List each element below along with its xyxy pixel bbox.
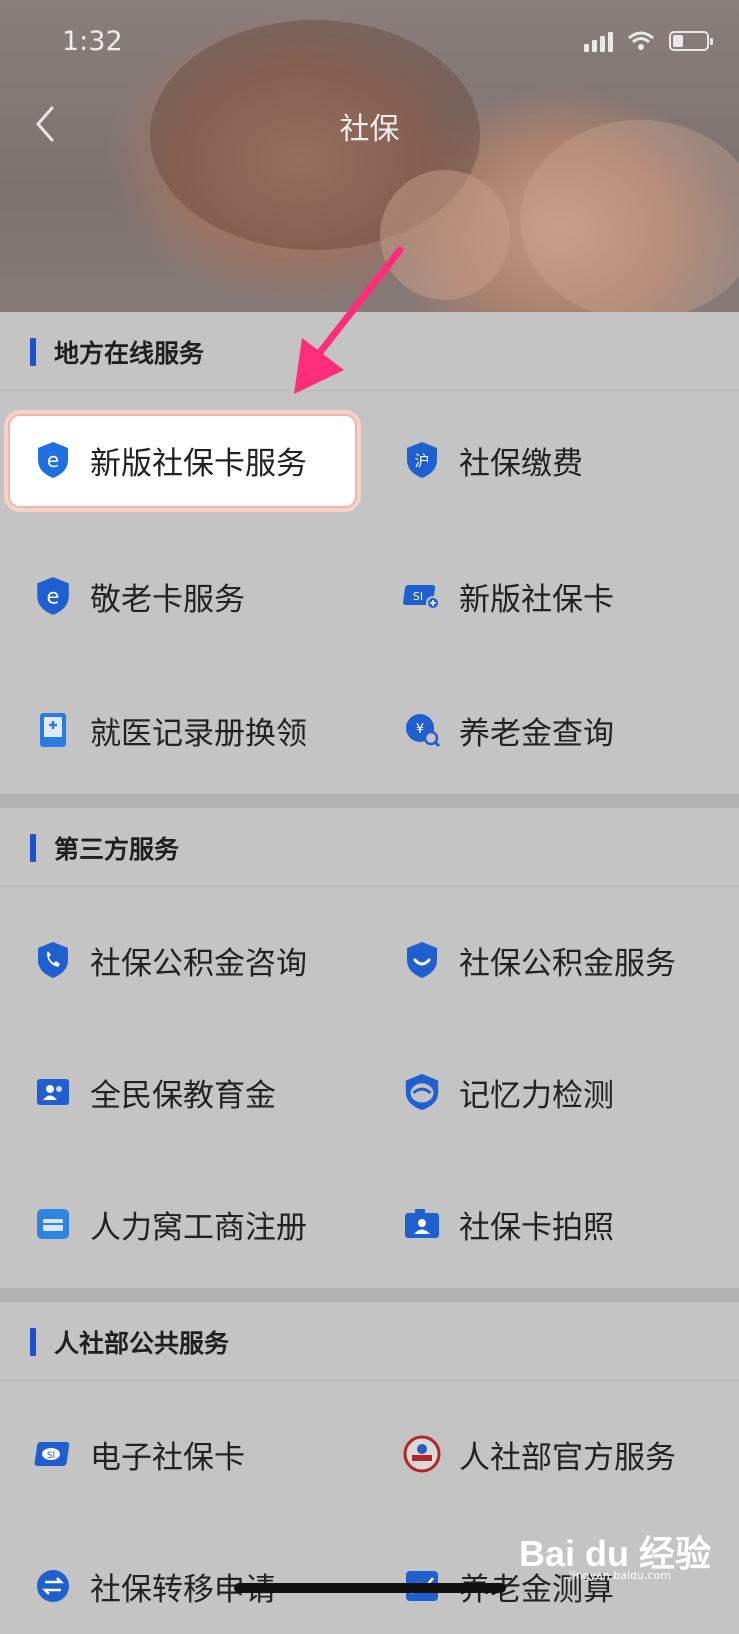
si-card-icon: SI: [33, 1434, 73, 1474]
service-item-si-payment[interactable]: 沪 社保缴费: [369, 412, 738, 508]
section-title: 第三方服务: [54, 835, 180, 864]
service-label: 社保公积金服务: [459, 945, 676, 982]
wifi-icon: [628, 31, 654, 50]
service-item-e-si-card[interactable]: SI 电子社保卡: [0, 1406, 369, 1502]
svg-text:¥: ¥: [416, 722, 424, 737]
section-header-third-party: 第三方服务: [0, 808, 739, 887]
service-label: 社保卡拍照: [459, 1209, 614, 1246]
watermark-logo: Bai du 经验 jingyan.baidu.com: [519, 1525, 711, 1582]
svg-text:沪: 沪: [414, 452, 429, 470]
shield-e-icon: e: [33, 440, 73, 480]
transfer-icon: [33, 1566, 73, 1606]
service-item-business-register[interactable]: 人力窝工商注册: [0, 1176, 369, 1272]
service-label: 记忆力检测: [459, 1077, 614, 1114]
person-card-icon: [33, 1072, 73, 1112]
service-label: 养老金查询: [459, 715, 614, 752]
service-label: 社保公积金咨询: [90, 945, 307, 982]
service-item-new-si-card[interactable]: SI 新版社保卡: [369, 548, 738, 644]
service-label: 新版社保卡: [459, 581, 614, 618]
battery-icon: [669, 31, 713, 51]
service-label: 人力窝工商注册: [90, 1209, 307, 1246]
section-accent-bar: [30, 1328, 36, 1356]
status-icons: [584, 30, 713, 52]
section-accent-bar: [30, 834, 36, 862]
section-accent-bar: [30, 338, 36, 366]
brain-shield-icon: [402, 1072, 442, 1112]
service-label: 就医记录册换领: [90, 715, 307, 752]
svg-text:e: e: [47, 448, 59, 472]
shield-hu-icon: 沪: [402, 440, 442, 480]
si-card-icon: SI: [402, 576, 442, 616]
page-title: 社保: [339, 112, 400, 147]
camera-id-icon: [402, 1204, 442, 1244]
section-divider: [0, 1288, 739, 1302]
watermark-url: jingyan.baidu.com: [569, 1569, 671, 1582]
service-item-card-photo[interactable]: 社保卡拍照: [369, 1176, 738, 1272]
service-label: 人社部官方服务: [459, 1439, 676, 1476]
svg-text:e: e: [47, 584, 60, 608]
section-header-mohrss: 人社部公共服务: [0, 1302, 739, 1381]
service-label: 全民保教育金: [90, 1077, 276, 1114]
shield-e-icon: e: [33, 576, 73, 616]
service-item-education-fund[interactable]: 全民保教育金: [0, 1044, 369, 1140]
section-title: 人社部公共服务: [54, 1329, 230, 1358]
shield-smile-icon: [402, 940, 442, 980]
service-item-new-si-card-service[interactable]: e 新版社保卡服务: [0, 412, 369, 508]
service-item-memory-test[interactable]: 记忆力检测: [369, 1044, 738, 1140]
home-indicator[interactable]: [234, 1583, 506, 1593]
service-label: 电子社保卡: [90, 1439, 245, 1476]
service-item-fund-service[interactable]: 社保公积金服务: [369, 912, 738, 1008]
service-label: 社保缴费: [459, 445, 583, 482]
svg-text:SI: SI: [47, 1451, 55, 1461]
annotation-arrow-icon: [294, 246, 404, 394]
medical-book-icon: [33, 710, 73, 750]
service-label: 敬老卡服务: [90, 581, 245, 618]
signal-icon: [584, 30, 613, 52]
pension-search-icon: ¥: [402, 710, 442, 750]
section-title: 地方在线服务: [54, 339, 205, 368]
briefcase-icon: [33, 1204, 73, 1244]
service-label: 新版社保卡服务: [90, 445, 307, 482]
status-time: 1:32: [62, 26, 123, 57]
service-item-pension-query[interactable]: ¥ 养老金查询: [369, 682, 738, 778]
service-item-mohrss-official[interactable]: 人社部官方服务: [369, 1406, 738, 1502]
svg-text:SI: SI: [413, 590, 423, 603]
shield-phone-icon: [33, 940, 73, 980]
service-item-medical-record[interactable]: 就医记录册换领: [0, 682, 369, 778]
service-item-fund-consult[interactable]: 社保公积金咨询: [0, 912, 369, 1008]
official-seal-icon: [402, 1434, 442, 1474]
section-divider: [0, 794, 739, 808]
service-item-senior-card[interactable]: e 敬老卡服务: [0, 548, 369, 644]
